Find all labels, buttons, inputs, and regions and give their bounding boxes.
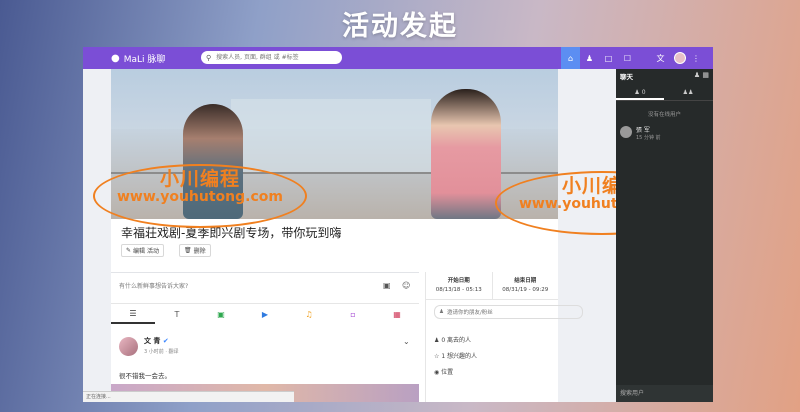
- edit-icon: ✎: [126, 247, 132, 254]
- browser-window: ● MaLi 脉聊 ⚲ ⌂ ♟ □ ☐ 文 ⋮ 幸福荘戏剧-夏季即兴剧专场，带你…: [83, 47, 713, 402]
- no-online-text: 没有在线用户: [647, 112, 681, 118]
- online-count: 0: [641, 89, 646, 96]
- add-user-icon: ♟: [439, 309, 444, 315]
- notifications-icon[interactable]: ☐: [618, 47, 637, 69]
- tab-groups[interactable]: ♟♟: [664, 85, 712, 100]
- end-date-value: 08/31/19 - 09:29: [502, 287, 549, 293]
- delete-event-label: 删除: [193, 248, 206, 255]
- cover-mirror: [231, 99, 431, 174]
- logo-text: MaLi 脉聊: [123, 54, 166, 65]
- file-icon[interactable]: ▫: [331, 310, 375, 319]
- watermark-line2: www.youhutong.com: [117, 188, 283, 205]
- event-dates: 开始日期 08/13/18 - 05:13 结束日期 08/31/19 - 09…: [426, 272, 558, 300]
- post-input[interactable]: 有什么新鲜事想告诉大家?: [119, 281, 188, 290]
- location: ◉ 位置: [434, 367, 453, 376]
- feed-author[interactable]: 文 青 ✔: [144, 336, 169, 346]
- top-nav-bar: ● MaLi 脉聊 ⚲ ⌂ ♟ □ ☐ 文 ⋮: [83, 47, 713, 69]
- avatar[interactable]: [119, 337, 138, 356]
- invite-input[interactable]: ♟ 邀请你的朋友/粉丝: [434, 305, 583, 319]
- chevron-down-icon[interactable]: ⌄: [403, 337, 410, 346]
- location-text: 位置: [441, 369, 454, 376]
- grid-icon[interactable]: ▦: [702, 71, 709, 79]
- user-avatar-button[interactable]: [670, 47, 689, 69]
- chat-header-icons: ♟ ▦: [694, 71, 709, 79]
- going-count: ♟ 0 离去的人: [434, 335, 471, 344]
- delete-event-button[interactable]: 🗑 删除: [179, 244, 211, 257]
- map-icon[interactable]: ▦: [375, 310, 419, 319]
- topbar-icons: ⌂ ♟ □ ☐ 文 ⋮: [561, 47, 713, 69]
- start-date-value: 08/13/18 - 05:13: [435, 287, 482, 293]
- tab-online[interactable]: ♟ 0: [616, 85, 664, 100]
- add-user-icon[interactable]: ♟: [694, 71, 700, 79]
- contact-time: 15 分钟 前: [636, 135, 661, 141]
- chat-search[interactable]: 搜索用户: [616, 385, 713, 402]
- search-box[interactable]: ⚲: [201, 51, 342, 64]
- chat-tabs: ♟ 0 ♟♟: [616, 85, 713, 101]
- pin-icon: ◉: [434, 369, 440, 376]
- end-date-label: 结束日期: [514, 278, 537, 284]
- interested-count: ☆ 1 想兴趣的人: [434, 351, 477, 360]
- trash-icon: 🗑: [184, 247, 192, 254]
- music-icon[interactable]: ♫: [287, 310, 331, 319]
- search-input[interactable]: [214, 53, 339, 62]
- contact-name[interactable]: 張 军: [636, 125, 650, 134]
- status-bar: 正在连接...: [83, 391, 294, 402]
- emoji-icon[interactable]: ☺: [402, 281, 410, 290]
- event-details-panel: 开始日期 08/13/18 - 05:13 结束日期 08/31/19 - 09…: [425, 272, 583, 402]
- edit-event-button[interactable]: ✎ 编辑 活动: [121, 244, 164, 257]
- more-menu-icon[interactable]: ⋮: [689, 47, 703, 69]
- cover-person-right: [431, 89, 501, 219]
- watermark-line1: 小川编程: [159, 168, 240, 190]
- banner-title: 活动发起: [342, 11, 458, 42]
- invite-placeholder: 邀请你的朋友/粉丝: [446, 310, 493, 316]
- people-icon: ♟: [434, 337, 440, 344]
- feed-text: 很不错我一会去。: [119, 372, 171, 380]
- avatar: [673, 52, 686, 64]
- post-composer: 有什么新鲜事想告诉大家? ▣ ☺ ☰ T ▣ ▶ ♫ ▫ ▦ 文 青 ✔ 3 小…: [111, 272, 419, 402]
- text-icon[interactable]: T: [155, 310, 199, 319]
- edit-event-label: 编辑 活动: [133, 248, 159, 255]
- friend-requests-icon[interactable]: ♟: [580, 47, 599, 69]
- group-icon: ♟♟: [682, 89, 694, 96]
- text-list-icon[interactable]: ☰: [111, 304, 155, 324]
- search-icon: ⚲: [206, 53, 212, 62]
- feed-author-name: 文 青: [144, 337, 161, 345]
- start-date-label: 开始日期: [447, 278, 470, 284]
- app-logo[interactable]: ● MaLi 脉聊: [111, 52, 165, 65]
- language-icon[interactable]: 文: [651, 47, 670, 69]
- watermark-left: 小川编程 www.youhutong.com: [93, 164, 307, 228]
- feed-time: 3 小时前 · 翻译: [144, 349, 179, 355]
- event-main: 幸福荘戏剧-夏季即兴剧专场，带你玩到嗨 ✎ 编辑 活动 🗑 删除 有什么新鲜事想…: [93, 69, 709, 402]
- chat-bubble-icon: ●: [111, 52, 120, 64]
- star-icon: ☆: [434, 353, 440, 360]
- start-date: 开始日期 08/13/18 - 05:13: [426, 272, 493, 299]
- going-text: 0 离去的人: [441, 337, 472, 344]
- chat-sidebar: 聊天 ♟ ▦ ♟ 0 ♟♟ 没有在线用户 張 军 15 分钟 前 搜索用户: [616, 69, 713, 402]
- chat-title: 聊天: [620, 73, 633, 81]
- image-icon[interactable]: ▣: [199, 310, 243, 319]
- post-type-tabs: ☰ T ▣ ▶ ♫ ▫ ▦: [111, 303, 419, 324]
- avatar[interactable]: [620, 126, 632, 138]
- verified-icon: ✔: [162, 337, 169, 345]
- interested-text: 1 想兴趣的人: [441, 353, 478, 360]
- video-icon[interactable]: ▶: [243, 310, 287, 319]
- user-icon: ♟: [634, 89, 640, 96]
- home-icon[interactable]: ⌂: [561, 47, 580, 69]
- end-date: 结束日期 08/31/19 - 09:29: [493, 272, 559, 299]
- camera-icon[interactable]: ▣: [383, 281, 391, 290]
- messages-icon[interactable]: □: [599, 47, 618, 69]
